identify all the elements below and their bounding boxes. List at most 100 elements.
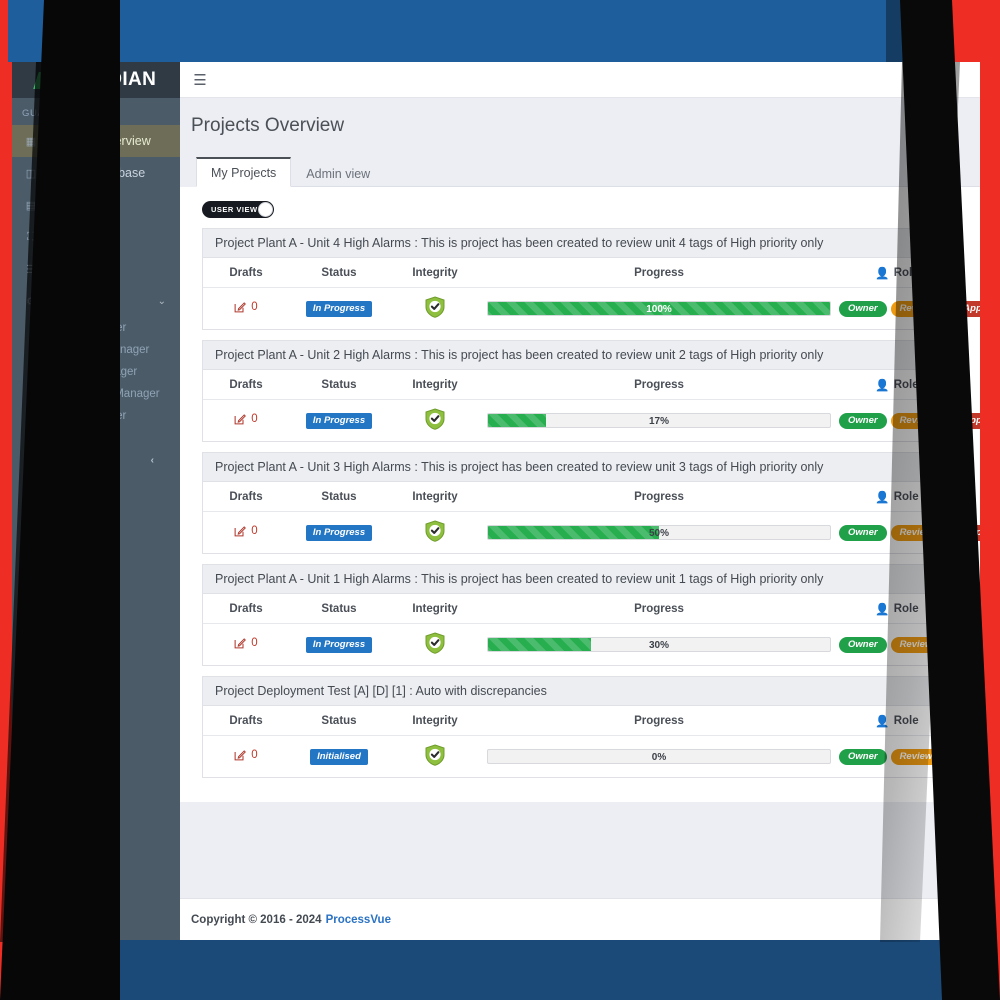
column-header-progress: Progress (481, 482, 837, 512)
backdrop-blue-top (8, 0, 908, 62)
column-header-status: Status (289, 706, 389, 736)
user-view-toggle[interactable]: USER VIEW (202, 201, 274, 218)
progress-bar: 30% (487, 637, 831, 652)
project-card[interactable]: Project Plant A - Unit 3 High Alarms : T… (202, 452, 980, 554)
drafts-count: 0 (251, 413, 258, 425)
person-icon: 👤 (875, 492, 890, 504)
column-header-role-label: Role (893, 379, 919, 391)
column-header-progress: Progress (481, 706, 837, 736)
project-title: Project Plant A - Unit 4 High Alarms : T… (203, 229, 957, 258)
column-header-role-label: Role (893, 603, 919, 615)
progress-label: 100% (646, 304, 672, 315)
cell-status: In Progress (289, 400, 389, 442)
status-badge: Initialised (310, 748, 368, 765)
drafts-link[interactable]: 0 (234, 301, 258, 313)
project-table: Drafts Status Integrity Progress 👤 Role 0 In Pr… (203, 370, 980, 442)
cell-progress: 50% (481, 512, 837, 554)
drafts-count: 0 (251, 749, 258, 761)
drafts-count: 0 (251, 637, 258, 649)
column-header-status: Status (289, 370, 389, 400)
project-title: Project Plant A - Unit 1 High Alarms : T… (203, 565, 957, 594)
progress-bar: 50% (487, 525, 831, 540)
cell-progress: 30% (481, 624, 837, 666)
integrity-shield-icon (425, 408, 445, 430)
column-header-drafts: Drafts (203, 258, 289, 288)
integrity-shield-icon (425, 296, 445, 318)
table-row: 0In Progress100%OwnerReviewerApprover (203, 288, 980, 330)
drafts-link[interactable]: 0 (234, 525, 258, 537)
table-row: 0In Progress50%OwnerReviewerApprover (203, 512, 980, 554)
toggle-knob[interactable] (258, 202, 273, 217)
column-header-drafts: Drafts (203, 482, 289, 512)
cell-drafts: 0 (203, 400, 289, 442)
footer: Copyright © 2016 - 2024 ProcessVue (180, 898, 980, 940)
column-header-progress: Progress (481, 370, 837, 400)
footer-copyright: Copyright © 2016 - 2024 (191, 913, 322, 926)
drafts-link[interactable]: 0 (234, 413, 258, 425)
drafts-count: 0 (251, 525, 258, 537)
integrity-shield-icon (425, 744, 445, 766)
project-title: Project Deployment Test [A] [D] [1] : Au… (203, 677, 957, 706)
column-header-drafts: Drafts (203, 706, 289, 736)
cell-integrity (389, 624, 481, 666)
progress-label: 0% (651, 752, 667, 763)
cell-status: In Progress (289, 624, 389, 666)
role-pill-owner[interactable]: Owner (839, 748, 887, 765)
tab-my-projects[interactable]: My Projects (196, 157, 292, 187)
drafts-count: 0 (251, 301, 258, 313)
project-table: Drafts Status Integrity Progress 👤 Role 0 Initi… (203, 706, 980, 778)
footer-link-processvue[interactable]: ProcessVue (326, 914, 391, 926)
guardian-app-window: GUARDIAN GUARDIAN ▦ Projects Overview ◫ … (12, 62, 980, 940)
project-title: Project Plant A - Unit 3 High Alarms : T… (203, 453, 957, 482)
project-card[interactable]: Project Plant A - Unit 2 High Alarms : T… (202, 340, 980, 442)
person-icon: 👤 (875, 380, 890, 392)
cell-progress: 100% (481, 288, 837, 330)
cell-status: In Progress (289, 288, 389, 330)
draft-edit-icon (234, 302, 247, 313)
drafts-link[interactable]: 0 (234, 637, 258, 649)
topbar: ☰ (180, 62, 980, 98)
column-header-integrity: Integrity (389, 706, 481, 736)
status-badge: In Progress (305, 300, 373, 317)
column-header-integrity: Integrity (389, 370, 481, 400)
cell-integrity (389, 288, 481, 330)
role-pill-owner[interactable]: Owner (839, 300, 887, 317)
cell-drafts: 0 (203, 736, 289, 778)
progress-label: 17% (648, 416, 669, 427)
cell-progress: 17% (481, 400, 837, 442)
column-header-role-label: Role (893, 491, 919, 503)
main-content: Projects Overview My Projects Admin view… (180, 98, 980, 940)
cell-progress: 0% (481, 736, 837, 778)
tab-bar: My Projects Admin view (196, 156, 980, 187)
column-header-progress: Progress (481, 258, 837, 288)
cell-drafts: 0 (203, 512, 289, 554)
tab-label: Admin view (306, 167, 371, 181)
person-icon: 👤 (875, 268, 890, 280)
column-header-progress: Progress (481, 594, 837, 624)
cell-integrity (389, 736, 481, 778)
role-pill-owner[interactable]: Owner (839, 524, 887, 541)
cell-drafts: 0 (203, 624, 289, 666)
tab-admin-view[interactable]: Admin view (291, 159, 385, 187)
project-table: Drafts Status Integrity Progress 👤 Role 0 In Pr… (203, 594, 980, 666)
project-cards: Project Plant A - Unit 4 High Alarms : T… (180, 222, 980, 778)
drafts-link[interactable]: 0 (234, 749, 258, 761)
table-row: 0Initialised0%OwnerReviewerApprover (203, 736, 980, 778)
table-row: 0In Progress30%OwnerReviewerApprover (203, 624, 980, 666)
hamburger-icon[interactable]: ☰ (186, 71, 214, 89)
project-card[interactable]: Project Plant A - Unit 1 High Alarms : T… (202, 564, 980, 666)
role-pill-owner[interactable]: Owner (839, 636, 887, 653)
column-header-status: Status (289, 258, 389, 288)
draft-edit-icon (234, 750, 247, 761)
person-icon: 👤 (875, 716, 890, 728)
project-table: Drafts Status Integrity Progress 👤 Role 0 In Pr… (203, 258, 980, 330)
project-card[interactable]: Project Deployment Test [A] [D] [1] : Au… (202, 676, 980, 778)
cell-status: Initialised (289, 736, 389, 778)
draft-edit-icon (234, 414, 247, 425)
column-header-integrity: Integrity (389, 258, 481, 288)
project-card[interactable]: Project Plant A - Unit 4 High Alarms : T… (202, 228, 980, 330)
column-header-role-label: Role (893, 715, 919, 727)
progress-bar: 0% (487, 749, 831, 764)
role-pill-owner[interactable]: Owner (839, 412, 887, 429)
chevron-left-icon: ‹ (150, 454, 154, 466)
